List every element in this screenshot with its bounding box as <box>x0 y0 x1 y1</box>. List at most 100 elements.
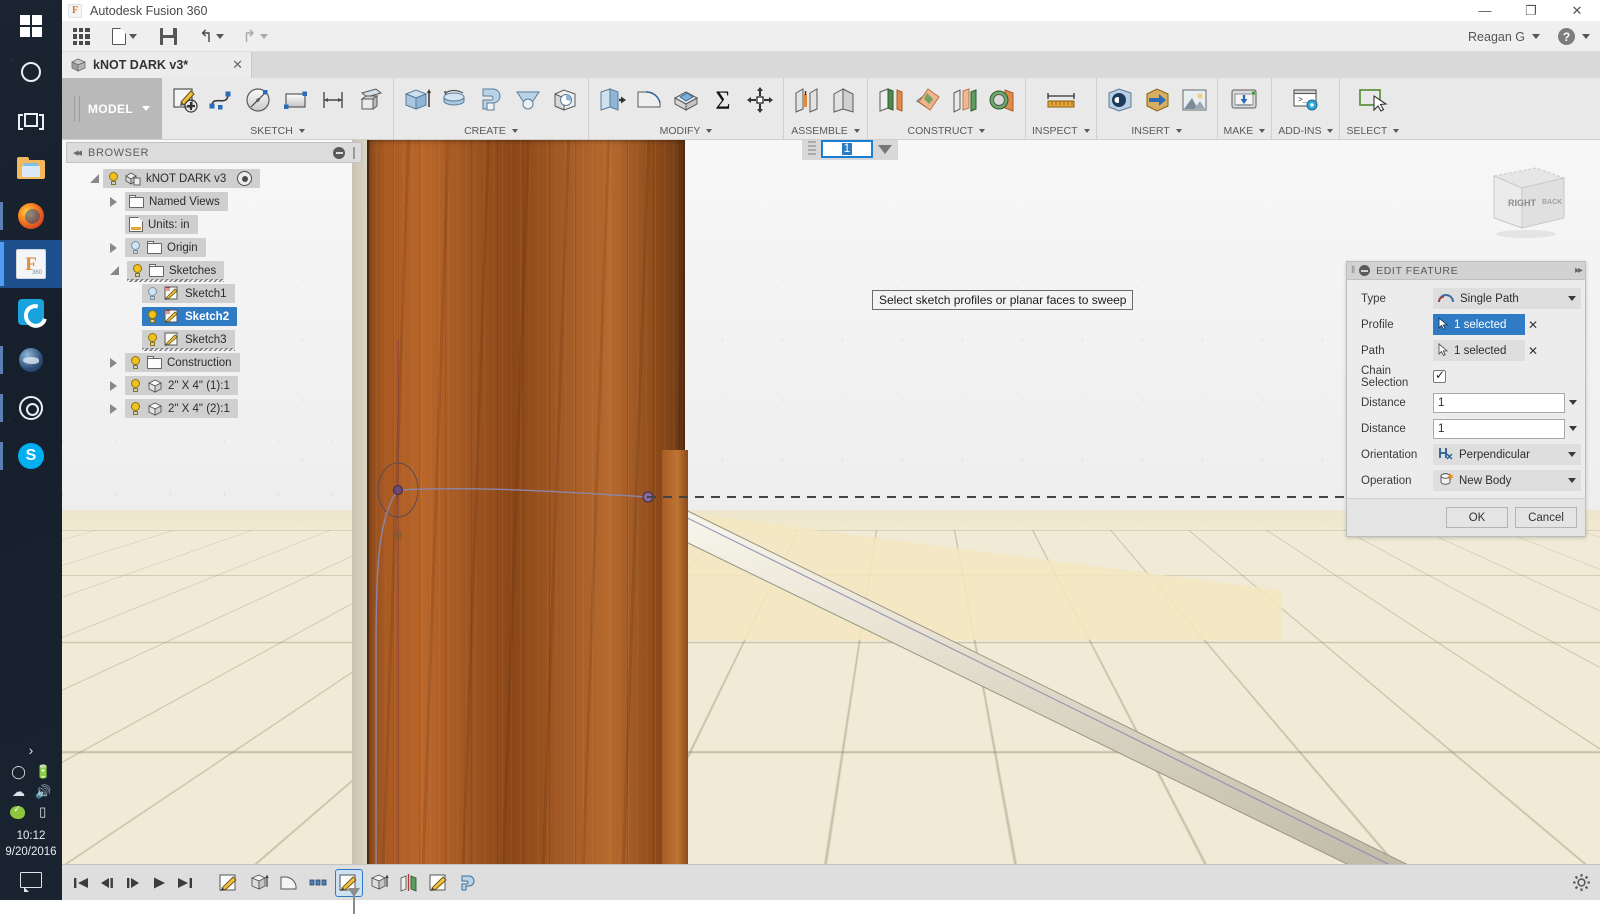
task-view-button[interactable] <box>0 96 62 144</box>
notification-icon[interactable] <box>20 872 42 892</box>
chevron-down-icon[interactable] <box>511 129 518 133</box>
undo-button[interactable]: ↰ <box>195 24 228 50</box>
timeline-sweep[interactable] <box>456 870 482 896</box>
chevron-down-icon[interactable] <box>1175 129 1182 133</box>
fillet-button[interactable] <box>632 83 666 117</box>
help-icon[interactable]: ? <box>1558 28 1575 45</box>
minimize-icon[interactable] <box>333 146 345 159</box>
firefox-button[interactable] <box>0 192 62 240</box>
tree-item-knot-dark-v3[interactable]: kNOT DARK v3 <box>66 167 362 190</box>
onedrive-icon[interactable]: ☁ <box>10 784 28 800</box>
go-to-beginning-button[interactable] <box>70 871 92 895</box>
visibility-bulb-icon[interactable] <box>131 263 144 278</box>
rectangle-button[interactable] <box>279 83 313 117</box>
measure-button[interactable] <box>1044 83 1078 117</box>
hole-button[interactable] <box>548 83 582 117</box>
timeline-extrude1[interactable] <box>246 870 272 896</box>
view-cube[interactable]: RIGHT BACK <box>1476 158 1572 240</box>
distance-2-input[interactable]: 1 <box>1433 418 1565 439</box>
plane-at-angle-button[interactable] <box>911 83 945 117</box>
wifi-icon[interactable]: ◯ <box>10 764 28 780</box>
plane-through-axis-button[interactable] <box>985 83 1019 117</box>
circle-button[interactable] <box>242 83 276 117</box>
step-back-button[interactable] <box>96 871 118 895</box>
timeline-extrude2[interactable] <box>366 870 392 896</box>
timeline-sketch1[interactable] <box>216 870 242 896</box>
profile-selection[interactable]: 1 selected <box>1433 314 1525 335</box>
tree-item-sketch1[interactable]: Sketch1 <box>66 282 362 305</box>
security-icon[interactable] <box>10 804 26 819</box>
tree-item-sketch3[interactable]: Sketch3 <box>66 328 362 351</box>
tree-item-named-views[interactable]: Named Views <box>66 190 362 213</box>
select-window-button[interactable] <box>1356 83 1390 117</box>
visibility-bulb-icon[interactable] <box>107 171 120 186</box>
user-menu-button[interactable]: Reagan G <box>1468 30 1525 44</box>
chain-selection-checkbox[interactable] <box>1433 368 1446 383</box>
timeline-plane[interactable] <box>396 870 422 896</box>
tree-item-units[interactable]: Units: in <box>66 213 362 236</box>
file-explorer-button[interactable] <box>0 144 62 192</box>
cancel-button[interactable]: Cancel <box>1515 507 1577 528</box>
minimize-window-button[interactable]: — <box>1462 0 1508 22</box>
project-button[interactable] <box>353 83 387 117</box>
workspace-switcher-button[interactable]: MODEL <box>62 78 162 139</box>
expander-open-icon[interactable] <box>110 266 119 275</box>
dimension-button[interactable] <box>316 83 350 117</box>
battery-icon[interactable]: 🔋 <box>35 764 53 780</box>
path-selection[interactable]: 1 selected <box>1433 340 1525 361</box>
apps-grid-button[interactable] <box>68 24 94 50</box>
timeline-marker[interactable] <box>346 888 360 914</box>
new-document-button[interactable] <box>108 24 141 50</box>
chevron-down-icon[interactable] <box>853 129 860 133</box>
go-to-end-button[interactable] <box>174 871 196 895</box>
expander-closed-icon[interactable] <box>110 380 117 391</box>
maximize-window-button[interactable]: ❐ <box>1508 0 1554 22</box>
insert-canvas-button[interactable] <box>1177 83 1211 117</box>
visibility-bulb-icon[interactable] <box>129 240 142 255</box>
dialog-grip[interactable]: ‖ <box>1351 265 1355 276</box>
play-button[interactable] <box>148 871 170 895</box>
offset-plane-button[interactable] <box>874 83 908 117</box>
tree-item-sketch2[interactable]: Sketch2 <box>66 305 362 328</box>
spline-button[interactable] <box>205 83 239 117</box>
orientation-dropdown[interactable]: Perpendicular <box>1433 444 1581 465</box>
chevron-down-icon[interactable] <box>1568 478 1576 483</box>
3d-print-button[interactable] <box>1227 83 1261 117</box>
activate-component-icon[interactable] <box>237 171 253 186</box>
chevron-down-icon[interactable] <box>1569 426 1577 431</box>
new-component-button[interactable] <box>790 83 824 117</box>
thunderbird-button[interactable] <box>0 336 62 384</box>
expander-closed-icon[interactable] <box>110 403 117 414</box>
quantity-input[interactable]: 1 <box>821 140 873 158</box>
usb-icon[interactable]: ▯ <box>34 804 52 820</box>
shell-button[interactable] <box>669 83 703 117</box>
chevron-down-icon[interactable] <box>706 129 713 133</box>
create-sketch-button[interactable] <box>168 83 202 117</box>
chevron-down-icon[interactable] <box>1083 129 1090 133</box>
operation-dropdown[interactable]: New Body <box>1433 470 1581 491</box>
scripts-addins-button[interactable]: >_ <box>1289 83 1323 117</box>
chevron-down-icon[interactable] <box>1532 34 1540 39</box>
minimize-icon[interactable] <box>1359 265 1371 276</box>
chevron-down-icon[interactable] <box>1393 129 1400 133</box>
visibility-bulb-icon[interactable] <box>146 309 159 324</box>
chevron-down-icon[interactable] <box>298 129 305 133</box>
dialog-title-bar[interactable]: ‖ EDIT FEATURE ▸▸ <box>1347 262 1585 280</box>
step-forward-button[interactable] <box>122 871 144 895</box>
chevron-down-icon[interactable] <box>1568 296 1576 301</box>
visibility-bulb-icon[interactable] <box>146 332 159 347</box>
chevron-down-icon[interactable] <box>1582 34 1590 39</box>
revolve-button[interactable] <box>437 83 471 117</box>
visibility-bulb-icon[interactable] <box>146 286 159 301</box>
document-tab[interactable]: kNOT DARK v3* ✕ <box>62 52 252 78</box>
drag-dots-icon[interactable] <box>808 141 816 157</box>
expander-closed-icon[interactable] <box>110 357 117 368</box>
volume-icon[interactable]: 🔊 <box>35 784 53 800</box>
redo-button[interactable]: ↱ <box>238 24 271 50</box>
sweep-button[interactable] <box>474 83 508 117</box>
visibility-bulb-icon[interactable] <box>129 378 142 393</box>
chevron-down-icon[interactable] <box>1259 129 1266 133</box>
visibility-bulb-icon[interactable] <box>129 355 142 370</box>
gear-icon[interactable] <box>1572 873 1592 893</box>
skype-button[interactable]: S <box>0 432 62 480</box>
